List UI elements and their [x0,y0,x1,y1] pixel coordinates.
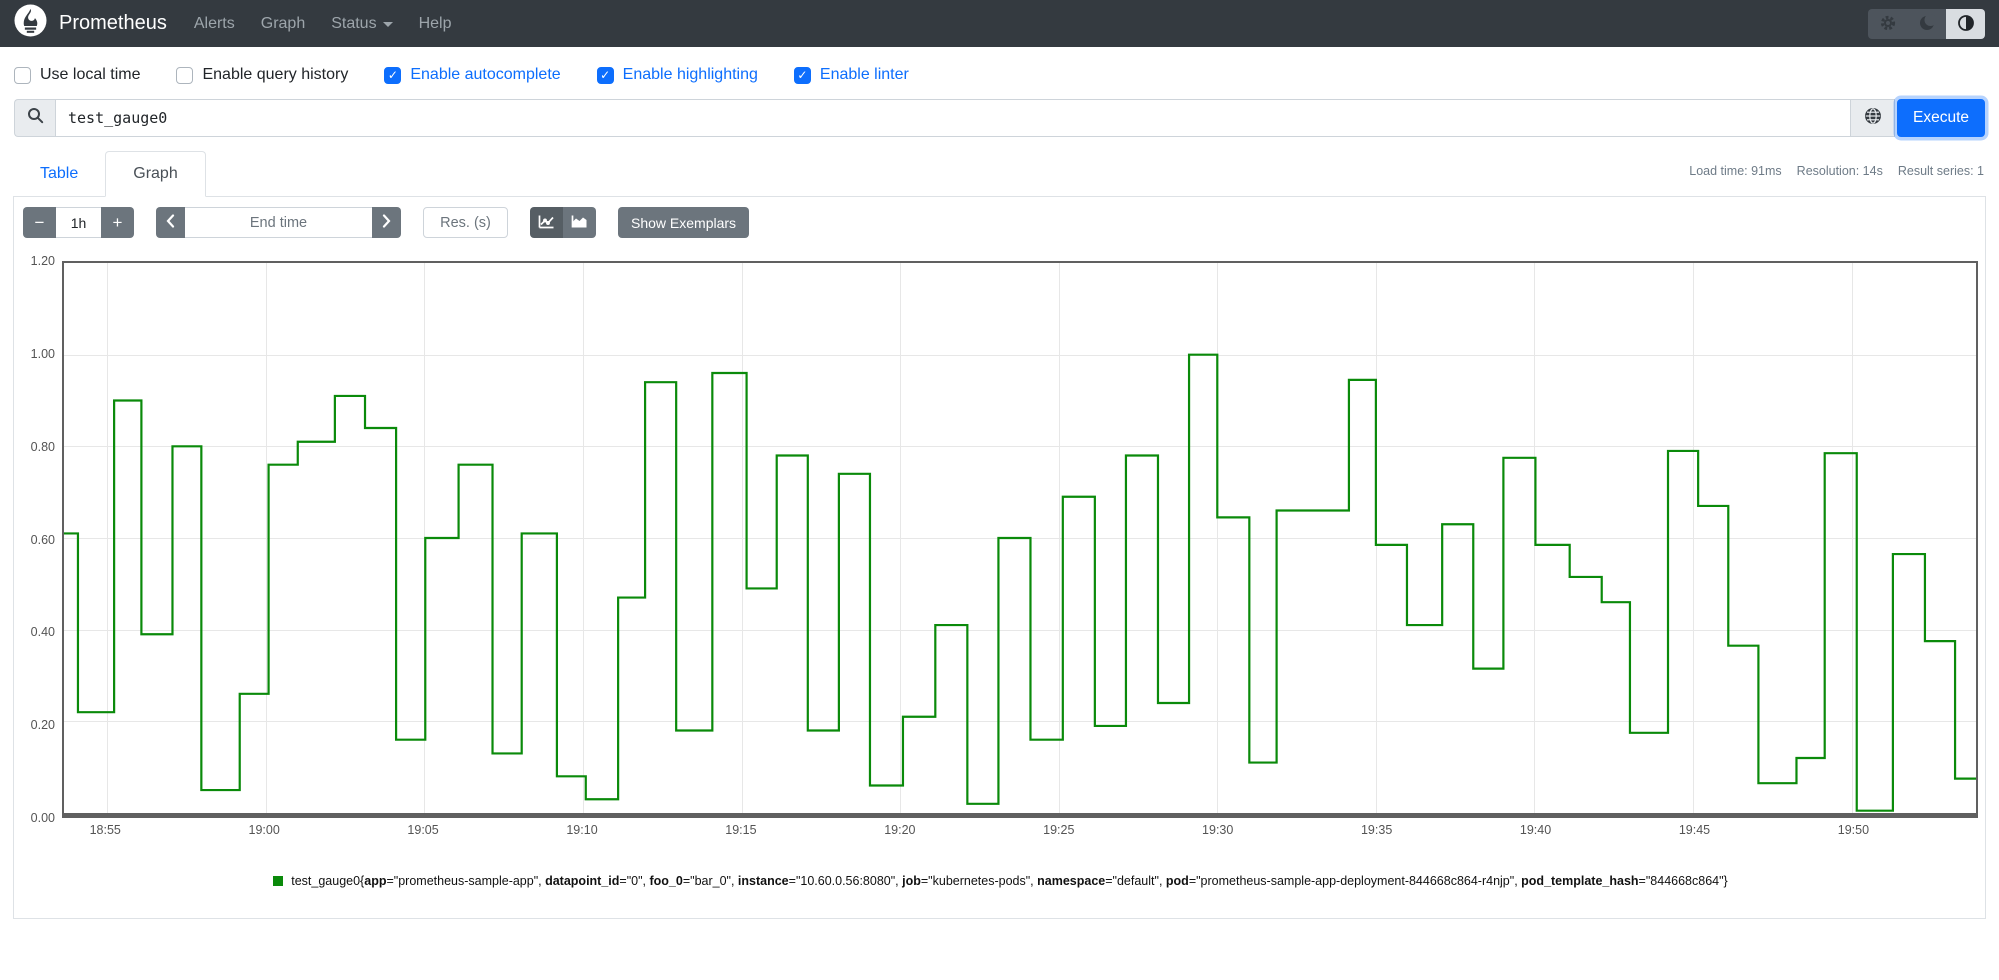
search-icon [27,107,44,129]
checkbox-enable-autocomplete[interactable]: Enable autocomplete [384,66,561,84]
x-tick-label: 19:05 [407,823,439,837]
series-label: test_gauge0{app="prometheus-sample-app",… [291,874,1728,888]
chevron-left-icon [166,214,175,231]
end-time-group [156,207,401,238]
resolution: Resolution: 14s [1796,164,1883,178]
end-time-input[interactable] [185,207,372,238]
checkbox-box[interactable] [14,66,31,84]
nav-item-help[interactable]: Help [406,15,465,33]
line-chart-button[interactable] [530,207,563,238]
globe-icon [1864,107,1882,130]
series-line [64,355,1976,811]
y-axis: 0.00 0.20 0.40 0.60 0.80 1.00 1.20 [22,254,62,825]
checkbox-label: Use local time [40,66,141,83]
x-tick-label: 19:50 [1837,823,1870,837]
nav-label: Alerts [193,14,235,32]
settings-button[interactable] [1868,9,1907,39]
line-chart-icon [538,214,555,232]
nav-label: Status [331,14,377,32]
checkbox-label: Enable linter [819,66,909,83]
series-swatch [273,876,284,886]
y-tick-label: 0.80 [30,439,55,454]
x-tick-label: 19:30 [1202,823,1234,837]
x-tick-label: 19:20 [884,823,916,837]
tab-table[interactable]: Table [13,152,105,196]
result-series: Result series: 1 [1897,164,1984,178]
nav-label: Help [418,14,452,32]
y-tick-label: 0.20 [30,718,55,733]
chevron-down-icon [382,22,393,27]
theme-toggle-group [1868,9,1985,39]
legend-item[interactable]: test_gauge0{app="prometheus-sample-app",… [273,874,1728,888]
dark-theme-button[interactable] [1907,9,1946,39]
brand-link[interactable]: Prometheus [14,4,167,43]
y-tick-label: 0.60 [30,532,55,547]
x-tick-label: 19:15 [725,823,757,837]
checkbox-enable-query-history[interactable]: Enable query history [176,66,348,84]
checkbox-enable-linter[interactable]: Enable linter [793,66,909,84]
query-input[interactable] [55,99,1851,137]
brand-text: Prometheus [59,12,167,34]
show-exemplars-button[interactable]: Show Exemplars [618,207,750,238]
x-tick-label: 19:40 [1519,823,1552,837]
metrics-explorer-addon[interactable] [1851,99,1895,137]
query-bar: Execute [14,99,1985,137]
checkbox-box[interactable] [176,66,194,84]
checkbox-label: Enable autocomplete [410,66,561,83]
query-stats: Load time: 91ms Resolution: 14s Result s… [1689,164,1984,178]
navbar: Prometheus Alerts Graph Status Help [0,0,1999,47]
resolution-input[interactable] [423,207,508,238]
nav-item-alerts[interactable]: Alerts [181,15,248,33]
prometheus-logo-icon [14,4,47,43]
plot-area[interactable] [62,261,1978,818]
legend: test_gauge0{app="prometheus-sample-app",… [22,874,1979,888]
load-time: Load time: 91ms [1689,164,1782,178]
x-tick-label: 19:10 [566,823,598,837]
checkbox-box[interactable] [793,66,811,84]
y-tick-label: 0.40 [30,625,55,640]
y-tick-label: 1.20 [30,254,55,268]
checkbox-enable-highlighting[interactable]: Enable highlighting [596,66,758,84]
auto-theme-button[interactable] [1946,9,1985,39]
x-tick-label: 19:35 [1360,823,1393,837]
options-row: Use local time Enable query history Enab… [14,63,1985,87]
time-forward-button[interactable] [372,207,401,238]
chevron-right-icon [382,214,391,231]
range-decrease-button[interactable]: − [23,207,56,238]
checkbox-label: Enable query history [202,66,349,83]
range-stepper: − + [23,207,134,238]
checkbox-use-local-time[interactable]: Use local time [14,66,140,84]
moon-icon [1918,13,1936,35]
x-tick-label: 18:55 [89,823,121,837]
x-axis: 18:55 19:00 19:05 19:10 19:15 19:20 19:25 19:30… [62,823,1978,843]
search-addon [14,99,55,137]
chart: 0.00 0.20 0.40 0.60 0.80 1.00 1.20 18:55 19:00 1… [22,254,1979,845]
checkbox-box[interactable] [596,66,614,84]
tab-graph[interactable]: Graph [105,151,206,197]
range-increase-button[interactable]: + [101,207,134,238]
stacked-chart-button[interactable] [563,207,596,238]
graph-controls: − + [23,207,1979,238]
y-tick-label: 1.00 [30,346,55,361]
chart-type-toggle [530,207,596,238]
time-back-button[interactable] [156,207,185,238]
execute-button[interactable]: Execute [1897,99,1985,137]
nav-label: Graph [260,14,306,32]
contrast-auto-icon [1957,14,1975,35]
area-chart-icon [571,214,588,232]
y-tick-label: 0.00 [30,811,55,825]
range-input[interactable] [56,207,101,238]
graph-panel: − + [13,197,1986,919]
tabs-row: Table Graph Load time: 91ms Resolution: … [13,146,1986,197]
nav-item-status[interactable]: Status [318,15,405,33]
nav-links: Alerts Graph Status Help [181,15,465,33]
nav-item-graph[interactable]: Graph [248,15,318,33]
gear-icon [1879,14,1897,35]
x-tick-label: 19:45 [1678,823,1711,837]
x-tick-label: 19:00 [248,823,280,837]
checkbox-label: Enable highlighting [622,66,758,83]
checkbox-box[interactable] [384,66,402,84]
x-tick-label: 19:25 [1043,823,1075,837]
